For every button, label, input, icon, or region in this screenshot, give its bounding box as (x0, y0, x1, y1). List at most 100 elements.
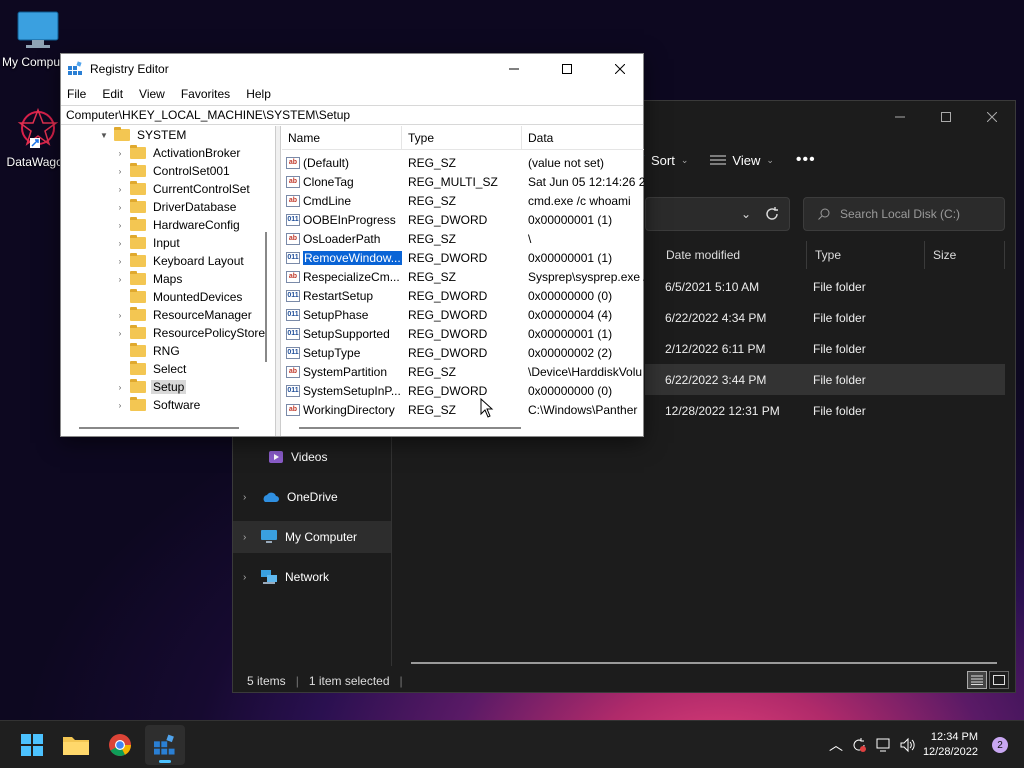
chevron-up-icon[interactable]: ︿ (829, 735, 843, 755)
tree-node[interactable]: › Software (115, 396, 202, 414)
chevron-right-icon[interactable]: › (243, 572, 253, 583)
table-row-selected[interactable]: 6/22/2022 3:44 PM File folder (645, 364, 1005, 395)
tree-node[interactable]: › ControlSet001 (115, 162, 232, 180)
regedit-maximize-button[interactable] (544, 54, 590, 83)
table-row[interactable]: 2/12/2022 6:11 PM File folder (645, 333, 1005, 364)
chevron-right-icon[interactable]: › (115, 221, 125, 230)
regedit-minimize-button[interactable] (491, 54, 537, 83)
value-row[interactable]: 011 SetupType REG_DWORD 0x00000002 (2) (282, 343, 644, 362)
pane-splitter[interactable] (275, 126, 281, 436)
regedit-address-bar[interactable]: Computer\HKEY_LOCAL_MACHINE\SYSTEM\Setup (61, 105, 643, 125)
tree-node[interactable]: Select (115, 360, 188, 378)
column-date-modified[interactable]: Date modified (658, 241, 807, 269)
value-row[interactable]: ab OsLoaderPath REG_SZ \ (282, 229, 644, 248)
column-type[interactable]: Type (807, 241, 925, 269)
values-horizontal-scrollbar[interactable] (299, 427, 521, 429)
menu-edit[interactable]: Edit (102, 87, 123, 101)
chevron-right-icon[interactable]: › (115, 149, 125, 158)
string-value-icon: ab (286, 156, 300, 169)
chevron-right-icon[interactable]: › (115, 257, 125, 266)
explorer-maximize-button[interactable] (923, 101, 969, 133)
tree-node[interactable]: RNG (115, 342, 182, 360)
value-row[interactable]: ab WorkingDirectory REG_SZ C:\Windows\Panth… (282, 400, 644, 419)
details-view-button[interactable] (967, 671, 987, 689)
nav-item-onedrive[interactable]: › OneDrive (233, 481, 391, 513)
tree-node-system[interactable]: ▼ SYSTEM (99, 126, 188, 144)
tree-node[interactable]: › Input (115, 234, 182, 252)
tree-node[interactable]: › Keyboard Layout (115, 252, 246, 270)
tiles-view-button[interactable] (989, 671, 1009, 689)
sync-icon[interactable] (851, 737, 867, 753)
value-row[interactable]: 011 RestartSetup REG_DWORD 0x00000000 (0) (282, 286, 644, 305)
explorer-minimize-button[interactable] (877, 101, 923, 133)
view-button[interactable]: View ⌄ (710, 153, 774, 168)
chevron-right-icon[interactable]: › (115, 185, 125, 194)
value-row[interactable]: ab CloneTag REG_MULTI_SZ Sat Jun 05 12:14:2… (282, 172, 644, 191)
value-row[interactable]: 011 SetupPhase REG_DWORD 0x00000004 (4) (282, 305, 644, 324)
value-row[interactable]: ab SystemPartition REG_SZ \Device\HarddiskV… (282, 362, 644, 381)
tree-node[interactable]: › DriverDatabase (115, 198, 238, 216)
tree-horizontal-scrollbar[interactable] (79, 427, 239, 429)
tree-node[interactable]: MountedDevices (115, 288, 244, 306)
nav-item-videos[interactable]: Videos (233, 441, 391, 473)
column-name[interactable]: Name (282, 126, 402, 149)
chevron-right-icon[interactable]: › (115, 203, 125, 212)
regedit-close-button[interactable] (597, 54, 643, 83)
value-row[interactable]: 011 SetupSupported REG_DWORD 0x00000001 (1) (282, 324, 644, 343)
chevron-down-icon[interactable]: ⌄ (741, 207, 751, 221)
taskbar-file-explorer[interactable] (56, 725, 96, 765)
chevron-right-icon[interactable]: › (115, 329, 125, 338)
explorer-horizontal-scrollbar[interactable] (411, 662, 997, 664)
chevron-right-icon[interactable]: › (243, 492, 253, 503)
value-row[interactable]: ab CmdLine REG_SZ cmd.exe /c whoami (282, 191, 644, 210)
chevron-down-icon[interactable]: ▼ (99, 131, 109, 140)
notification-badge[interactable]: 2 (992, 737, 1008, 753)
taskbar-chrome[interactable] (100, 725, 140, 765)
chevron-right-icon[interactable]: › (115, 275, 125, 284)
chevron-right-icon[interactable]: › (115, 311, 125, 320)
column-type[interactable]: Type (402, 126, 522, 149)
refresh-icon[interactable] (765, 207, 779, 221)
table-row[interactable]: 6/5/2021 5:10 AM File folder (645, 271, 1005, 302)
tree-node[interactable]: › ActivationBroker (115, 144, 242, 162)
tree-node[interactable]: › ResourcePolicyStore (115, 324, 267, 342)
nav-item-my-computer[interactable]: › My Computer (233, 521, 391, 553)
menu-file[interactable]: File (67, 87, 86, 101)
chevron-right-icon[interactable]: › (243, 532, 253, 543)
value-row[interactable]: ab RespecializeCm... REG_SZ Sysprep\sysprep… (282, 267, 644, 286)
menu-view[interactable]: View (139, 87, 165, 101)
column-size[interactable]: Size (925, 241, 1005, 269)
value-row[interactable]: 011 SystemSetupInP... REG_DWORD 0x00000000 … (282, 381, 644, 400)
tree-vertical-scrollbar[interactable] (265, 232, 267, 362)
table-row[interactable]: 12/28/2022 12:31 PM File folder (645, 395, 1005, 426)
tree-node[interactable]: › HardwareConfig (115, 216, 242, 234)
table-row[interactable]: 6/22/2022 4:34 PM File folder (645, 302, 1005, 333)
tree-node[interactable]: › CurrentControlSet (115, 180, 252, 198)
tree-node-selected[interactable]: › Setup (115, 378, 187, 396)
tree-node[interactable]: › ResourceManager (115, 306, 254, 324)
volume-icon[interactable] (899, 737, 915, 753)
chevron-right-icon[interactable]: › (115, 401, 125, 410)
clock[interactable]: 12:34 PM 12/28/2022 (923, 730, 978, 760)
more-options-button[interactable]: ••• (796, 151, 816, 169)
regedit-titlebar[interactable]: Registry Editor (61, 54, 643, 83)
value-row-selected[interactable]: 011 RemoveWindow... REG_DWORD 0x00000001 (1… (282, 248, 644, 267)
tree-node[interactable]: › Maps (115, 270, 184, 288)
chevron-right-icon[interactable]: › (115, 239, 125, 248)
chevron-right-icon[interactable]: › (115, 167, 125, 176)
value-row[interactable]: ab (Default) REG_SZ (value not set) (282, 153, 644, 172)
explorer-close-button[interactable] (969, 101, 1015, 133)
chevron-right-icon[interactable]: › (115, 383, 125, 392)
menu-help[interactable]: Help (246, 87, 271, 101)
value-row[interactable]: 011 OOBEInProgress REG_DWORD 0x00000001 (1) (282, 210, 644, 229)
network-status-icon[interactable] (875, 737, 891, 753)
nav-item-network[interactable]: › Network (233, 561, 391, 593)
taskbar-registry-editor[interactable] (145, 725, 185, 765)
menu-favorites[interactable]: Favorites (181, 87, 230, 101)
registry-editor-window[interactable]: Registry Editor File Edit View Favorites… (60, 53, 644, 437)
start-button[interactable] (12, 725, 52, 765)
explorer-address-bar[interactable]: ⌄ (645, 197, 790, 231)
search-input[interactable]: Search Local Disk (C:) (840, 207, 960, 221)
explorer-search-box[interactable]: Search Local Disk (C:) (803, 197, 1005, 231)
column-data[interactable]: Data (522, 126, 644, 149)
